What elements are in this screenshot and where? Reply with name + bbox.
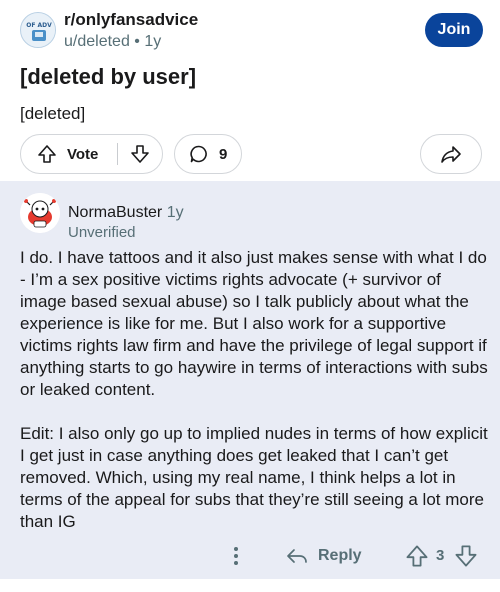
comment-upvote-button[interactable] [405,544,429,568]
subreddit-name[interactable]: r/onlyfansadvice [64,10,198,30]
comments-button[interactable]: 9 [174,134,242,174]
downvote-icon [131,145,149,163]
upvote-icon [406,545,428,567]
comment-paragraph: I do. I have tattoos and it also just ma… [20,248,488,399]
post-title: [deleted by user] [20,64,197,89]
join-button[interactable]: Join [425,13,483,47]
post-card: OF ADV r/onlyfansadvice u/deleted • 1y J… [0,0,500,180]
share-button[interactable] [420,134,482,174]
comment-downvote-button[interactable] [454,544,478,568]
comment-bubble-icon [190,145,207,163]
comment-count: 9 [219,145,228,163]
comment-score: 3 [436,547,445,564]
comment-author[interactable]: NormaBuster [68,204,162,221]
share-icon [441,146,461,163]
reply-button[interactable]: Reply [286,543,362,569]
reply-label: Reply [318,547,362,564]
more-options-button[interactable] [226,544,246,568]
comment-author-line: NormaBuster 1y [68,204,184,222]
vote-bar: Vote [20,134,163,174]
reply-arrow-icon [287,549,307,563]
vote-label: Vote [67,145,99,163]
more-options-icon [234,547,238,565]
comment-time: 1y [166,204,184,221]
post-author-meta: u/deleted • 1y [64,33,162,50]
upvote-icon [38,145,56,163]
next-item-edge [0,579,500,592]
comment-paragraph: Edit: I also only go up to implied nudes… [20,424,488,531]
upvote-button[interactable]: Vote [21,135,117,173]
comment-card: NormaBuster 1y Unverified I do. I have t… [0,181,500,579]
user-flair: Unverified [68,224,136,241]
downvote-button[interactable] [118,135,162,173]
downvote-icon [455,545,477,567]
comment-body: I do. I have tattoos and it also just ma… [20,247,490,533]
subreddit-avatar[interactable]: OF ADV [20,12,56,48]
snoo-avatar[interactable] [20,193,60,233]
svg-text:OF ADV: OF ADV [26,22,52,29]
post-body: [deleted] [20,104,86,123]
comment-actions: Reply 3 [0,541,500,571]
